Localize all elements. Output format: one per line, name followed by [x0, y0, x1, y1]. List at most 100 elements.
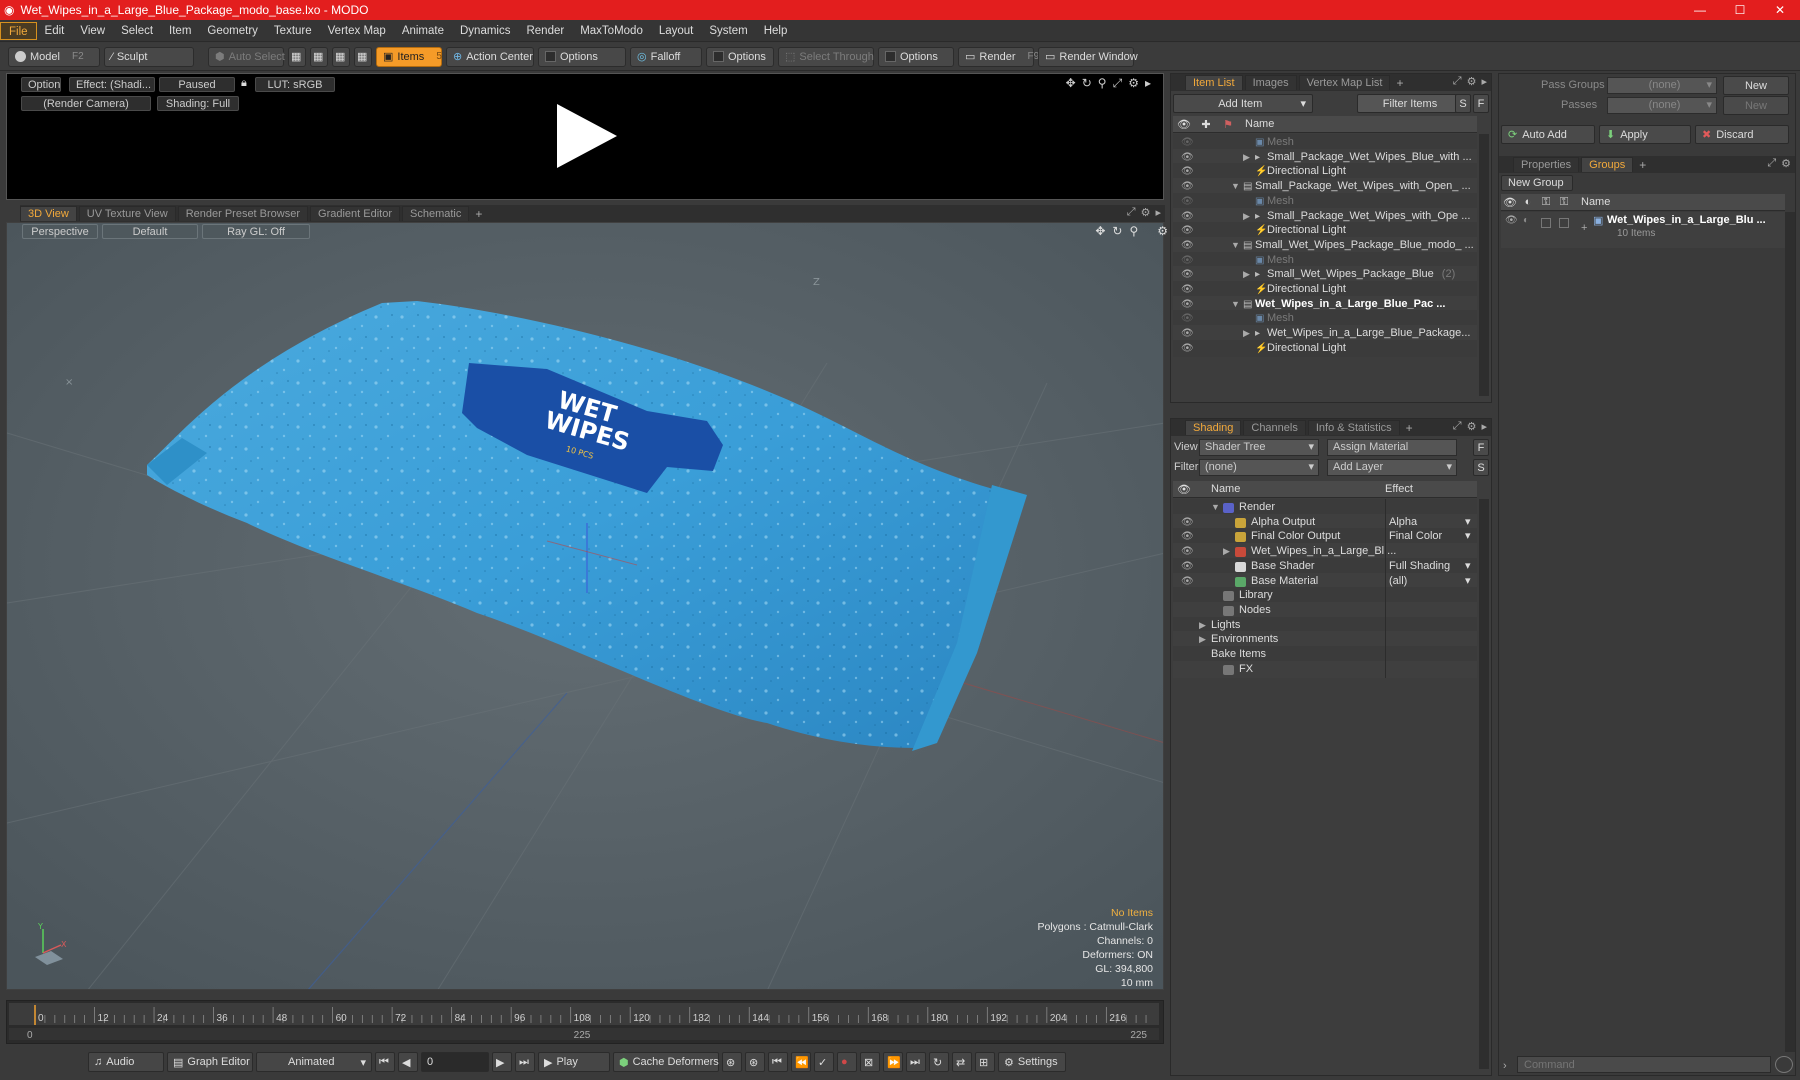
rotate-icon[interactable]: ↻ — [1082, 76, 1092, 91]
shading-f-button[interactable]: F — [1473, 439, 1489, 456]
maximize-button[interactable]: ☐ — [1720, 3, 1760, 17]
tab-shading[interactable]: Shading — [1185, 420, 1242, 435]
eye-icon[interactable]: 👁︎ — [1181, 340, 1194, 357]
menu-render[interactable]: Render — [518, 22, 572, 40]
item-list-scrollbar[interactable] — [1479, 134, 1489, 396]
render-options-button[interactable]: Options — [21, 77, 61, 92]
frame-input[interactable]: 0 — [421, 1052, 489, 1072]
maximize-panel-icon[interactable]: ⤢ — [1453, 75, 1462, 88]
add-tab-icon[interactable]: + — [1635, 158, 1650, 172]
next-key2-button[interactable]: ⏭ — [906, 1052, 926, 1072]
render-preview[interactable]: Options Effect: (Shadi... Paused 🔒︎ LUT:… — [6, 73, 1164, 200]
render-window-button[interactable]: ▭ Render Window — [1038, 46, 1138, 67]
menu-animate[interactable]: Animate — [394, 22, 452, 40]
view-dropdown[interactable]: Shader Tree ▾ — [1199, 439, 1319, 456]
tab-gradient-editor[interactable]: Gradient Editor — [310, 206, 400, 221]
tab-info-statistics[interactable]: Info & Statistics — [1307, 420, 1400, 435]
assign-material-button[interactable]: Assign Material — [1327, 439, 1457, 456]
tab-images[interactable]: Images — [1244, 75, 1297, 90]
maximize-panel-icon[interactable]: ⤢ — [1127, 206, 1136, 219]
group-row[interactable]: 👁︎ ◐ + ▣ Wet_Wipes_in_a_Large_Blu ... 10… — [1501, 212, 1785, 248]
vertices-mode-button[interactable]: ▦ — [288, 46, 306, 67]
tab-render-preset-browser[interactable]: Render Preset Browser — [177, 206, 309, 221]
extra-button[interactable]: ⊞ — [975, 1052, 995, 1072]
render-shading-dropdown[interactable]: Shading: Full — [157, 96, 239, 111]
prev-frame-button[interactable]: ◀ — [398, 1052, 418, 1072]
menu-maxtomodo[interactable]: MaxToModo — [572, 22, 651, 40]
menu-system[interactable]: System — [701, 22, 755, 40]
select-checkbox[interactable] — [1559, 218, 1569, 228]
materials-mode-button[interactable]: ▦ — [354, 46, 372, 67]
move-icon[interactable]: ✥ — [1095, 224, 1105, 238]
shading-s-button[interactable]: S — [1473, 459, 1489, 476]
add-tab-icon[interactable]: + — [1402, 421, 1417, 435]
filter-dropdown[interactable]: (none) ▾ — [1199, 459, 1319, 476]
item-list-f-button[interactable]: F — [1473, 94, 1489, 113]
key-button[interactable]: ⊛ — [722, 1052, 742, 1072]
zoom-icon[interactable]: ⚲ — [1129, 224, 1138, 238]
item-row[interactable]: 👁︎ ⚡ Directional Light — [1173, 339, 1477, 357]
sync-button[interactable]: ⇄ — [952, 1052, 972, 1072]
rotate-icon[interactable]: ↻ — [1112, 224, 1122, 238]
cache-deformers-button[interactable]: ⬢ Cache Deformers — [613, 1052, 719, 1072]
menu-view[interactable]: View — [72, 22, 113, 40]
gear-icon[interactable]: ⚙ — [1781, 157, 1791, 170]
lock-checkbox[interactable] — [1541, 218, 1551, 228]
go-to-start-button[interactable]: ⏮ — [375, 1052, 395, 1072]
eye-icon[interactable]: 👁︎ — [1505, 215, 1518, 226]
new-group-button[interactable]: New Group — [1501, 175, 1573, 191]
menu-select[interactable]: Select — [113, 22, 161, 40]
tab-uv-texture-view[interactable]: UV Texture View — [78, 206, 176, 221]
delete-key-button[interactable]: ⊠ — [860, 1052, 880, 1072]
gear-icon[interactable]: ⚙ — [1467, 75, 1477, 88]
new-pass-button[interactable]: New — [1723, 96, 1789, 115]
3d-viewport[interactable]: WET WIPES 10 PCS Z × YX No Items Polygon… — [6, 222, 1164, 990]
auto-key-button[interactable]: ⊛ — [745, 1052, 765, 1072]
auto-select-button[interactable]: ⬢ Auto Select — [208, 46, 285, 67]
tab-vertex-map-list[interactable]: Vertex Map List — [1298, 75, 1391, 90]
next-key-button[interactable]: ⏩ — [883, 1052, 903, 1072]
gear-icon[interactable]: ⚙ — [1141, 206, 1151, 219]
panel-menu-icon[interactable]: ▸ — [1481, 75, 1487, 88]
set-key-button[interactable]: ✓ — [814, 1052, 834, 1072]
lock-icon[interactable]: 🔒︎ — [241, 77, 247, 90]
new-pass-group-button[interactable]: New — [1723, 76, 1789, 95]
gear-icon[interactable]: ⚙ — [1157, 224, 1168, 238]
play-button[interactable]: ▶ Play — [538, 1052, 610, 1072]
select-through-options-button[interactable]: Options — [878, 46, 954, 67]
record-button[interactable]: ● — [837, 1052, 857, 1072]
go-to-end-button[interactable]: ⏭ — [515, 1052, 535, 1072]
apply-button[interactable]: ⬇ Apply — [1599, 125, 1691, 144]
timeline-ruler[interactable]: 0 12 24 36 48 60 72 84 96 108 120 132 144 156 168 180 19… — [7, 1001, 1165, 1045]
shader-tree-scrollbar[interactable] — [1479, 499, 1489, 1069]
command-history-icon[interactable] — [1775, 1056, 1793, 1073]
expand-arrow-icon[interactable]: ▸ — [1145, 76, 1151, 91]
maximize-panel-icon[interactable]: ⤢ — [1767, 157, 1776, 170]
render-button[interactable]: ▭ Render F9 — [958, 46, 1039, 67]
perspective-dropdown[interactable]: Perspective — [22, 224, 98, 239]
minimize-button[interactable]: — — [1680, 3, 1720, 17]
render-paused-button[interactable]: Paused — [159, 77, 235, 92]
menu-dynamics[interactable]: Dynamics — [452, 22, 518, 40]
render-toggle-icon[interactable]: ◐ — [1523, 215, 1529, 226]
tab-item-list[interactable]: Item List — [1185, 75, 1243, 90]
pass-groups-dropdown[interactable]: (none) ▾ — [1607, 77, 1717, 94]
auto-add-button[interactable]: ⟳ Auto Add — [1501, 125, 1595, 144]
model-mode-button[interactable]: Model F2 — [8, 46, 100, 67]
item-list-s-button[interactable]: S — [1455, 94, 1471, 113]
timeline[interactable]: 0 12 24 36 48 60 72 84 96 108 120 132 144 156 168 180 19… — [6, 1000, 1164, 1044]
menu-geometry[interactable]: Geometry — [199, 22, 266, 40]
animated-dropdown[interactable]: Animated ▾ — [256, 1052, 372, 1072]
polygons-mode-button[interactable]: ▦ — [332, 46, 350, 67]
render-camera-dropdown[interactable]: (Render Camera) — [21, 96, 151, 111]
falloff-options-button[interactable]: Options — [706, 46, 774, 67]
menu-texture[interactable]: Texture — [266, 22, 320, 40]
add-tab-icon[interactable]: + — [1392, 76, 1407, 90]
menu-item[interactable]: Item — [161, 22, 199, 40]
prev-key-button[interactable]: ⏮ — [768, 1052, 788, 1072]
loop-button[interactable]: ↻ — [929, 1052, 949, 1072]
falloff-button[interactable]: ◎ Falloff — [630, 46, 702, 67]
next-frame-button[interactable]: ▶ — [492, 1052, 512, 1072]
discard-button[interactable]: ✖ Discard — [1695, 125, 1789, 144]
render-effect-dropdown[interactable]: Effect: (Shadi... — [69, 77, 155, 92]
